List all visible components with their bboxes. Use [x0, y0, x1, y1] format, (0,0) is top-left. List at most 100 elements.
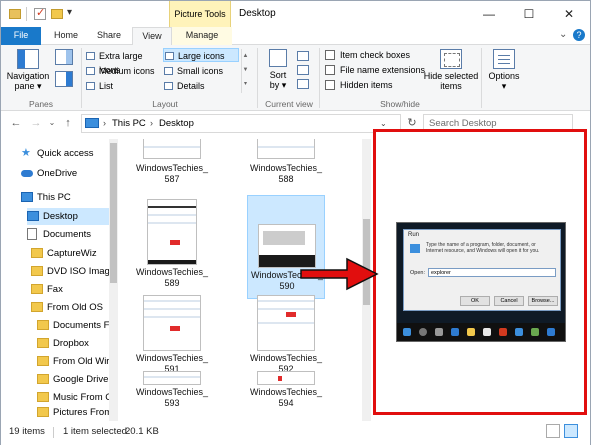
close-button[interactable]: ✕: [549, 1, 589, 27]
layout-large-icons[interactable]: Large icons: [163, 48, 239, 62]
layout-label: Small icons: [177, 66, 224, 76]
run-open-label: Open:: [410, 270, 425, 276]
back-button[interactable]: ←: [9, 115, 23, 131]
picture-tools-label: Picture Tools: [169, 1, 231, 27]
file-name: WindowsTechies_ 593: [135, 387, 209, 408]
maximize-button[interactable]: ☐: [509, 1, 549, 27]
task-view-icon: [435, 328, 443, 336]
status-bar: 19 items 1 item selected 20.1 KB: [1, 421, 590, 445]
size-columns-icon[interactable]: [297, 79, 309, 89]
preview-pane-button[interactable]: [51, 47, 77, 69]
breadcrumb-desktop[interactable]: Desktop: [159, 115, 194, 132]
layout-icon: [86, 52, 95, 60]
folder-icon: [37, 392, 49, 402]
minimize-button[interactable]: —: [469, 1, 509, 27]
folder-icon: [31, 248, 43, 258]
hidden-items-toggle[interactable]: Hidden items: [325, 78, 393, 92]
nav-item-desktop[interactable]: Desktop: [27, 208, 109, 225]
help-icon[interactable]: ?: [573, 29, 585, 41]
tab-view[interactable]: View: [132, 27, 172, 46]
item-count: 19 items: [9, 426, 45, 437]
tab-share[interactable]: Share: [89, 27, 129, 45]
navigation-pane: Quick access OneDrive This PC Desktop Do…: [1, 139, 119, 421]
customize-toolbar-icon[interactable]: ▾: [67, 7, 72, 18]
quick-access-divider: [26, 7, 27, 21]
breadcrumb-this-pc[interactable]: This PC: [112, 115, 146, 132]
nav-item-pictures-from[interactable]: Pictures From: [37, 404, 112, 421]
checkbox[interactable]: [325, 80, 335, 90]
run-icon: [410, 244, 420, 253]
sort-by-button[interactable]: Sort by ▾: [265, 47, 291, 97]
run-title: Run: [408, 232, 420, 238]
nav-item-from-old-os[interactable]: From Old OS: [31, 299, 109, 316]
chevron-down-icon[interactable]: ⌄: [559, 29, 567, 40]
ribbon-divider: [81, 48, 82, 108]
address-bar[interactable]: › This PC › Desktop ⌄: [81, 114, 401, 133]
up-button[interactable]: ↑: [61, 115, 75, 131]
layout-list[interactable]: List: [85, 79, 161, 93]
pc-icon: [21, 192, 33, 202]
details-pane-icon: [55, 71, 73, 87]
nav-item-documents[interactable]: Documents: [27, 226, 109, 243]
cloud-icon: [21, 170, 33, 177]
app-icon: [547, 328, 555, 336]
breadcrumb-separator[interactable]: ›: [103, 115, 106, 132]
item-check-boxes-toggle[interactable]: Item check boxes: [325, 48, 410, 62]
tab-file[interactable]: File: [1, 27, 41, 45]
nav-item-label: From Old OS: [47, 302, 103, 313]
layout-small-icons[interactable]: Small icons: [163, 64, 239, 78]
tab-manage[interactable]: Manage: [172, 27, 232, 45]
window-title: Desktop: [239, 8, 276, 19]
large-icons-view-icon[interactable]: [564, 424, 578, 438]
forward-button[interactable]: →: [29, 115, 43, 131]
layout-label: Medium icons: [99, 66, 155, 76]
properties-icon[interactable]: [32, 6, 48, 22]
hide-selected-items-button[interactable]: Hide selected items: [423, 47, 479, 97]
nav-item-documents-f[interactable]: Documents F: [37, 317, 110, 334]
red-arrow-icon: [300, 257, 379, 291]
nav-item-label: Dropbox: [53, 338, 89, 349]
nav-item-label: Fax: [47, 284, 63, 295]
file-thumbnail: [143, 139, 201, 159]
options-button[interactable]: Options ▾: [485, 47, 523, 97]
file-item[interactable]: WindowsTechies_ 594: [247, 367, 325, 421]
details-view-icon[interactable]: [546, 424, 560, 438]
nav-item-quick-access[interactable]: Quick access: [21, 145, 109, 162]
nav-item-onedrive[interactable]: OneDrive: [21, 165, 109, 182]
file-name-extensions-toggle[interactable]: File name extensions: [325, 63, 425, 77]
file-item[interactable]: WindowsTechies_ 593: [133, 367, 211, 421]
nav-item-fax[interactable]: Fax: [31, 281, 109, 298]
layout-extra-large-icons[interactable]: Extra large icons: [85, 49, 161, 75]
add-columns-icon[interactable]: [297, 65, 309, 75]
group-by-icon[interactable]: [297, 51, 309, 61]
nav-item-google-drive[interactable]: Google Drive: [37, 371, 109, 388]
breadcrumb-separator[interactable]: ›: [150, 115, 153, 132]
file-item[interactable]: WindowsTechies_ 589: [133, 195, 211, 288]
nav-item-from-old-wir[interactable]: From Old Wir: [37, 353, 109, 370]
nav-item-capturewiz[interactable]: CaptureWiz: [31, 245, 109, 262]
layout-label: Details: [177, 81, 205, 91]
checkbox[interactable]: [325, 65, 335, 75]
new-folder-icon[interactable]: [49, 6, 65, 22]
details-pane-button[interactable]: [51, 69, 77, 91]
run-dialog: Run Type the name of a program, folder, …: [403, 229, 561, 311]
layout-icon: [86, 67, 95, 75]
file-thumbnail: [257, 139, 315, 159]
recent-locations-button[interactable]: ⌄: [45, 115, 59, 131]
tab-home[interactable]: Home: [46, 27, 86, 45]
nav-item-this-pc[interactable]: This PC: [21, 189, 109, 206]
nav-scrollbar[interactable]: [109, 139, 118, 421]
nav-item-dropbox[interactable]: Dropbox: [37, 335, 109, 352]
hide-selected-icon: [440, 49, 462, 69]
layout-scroll[interactable]: ▲ ▼ ▾: [241, 49, 249, 93]
checkbox[interactable]: [325, 50, 335, 60]
nav-item-dvd-iso-image[interactable]: DVD ISO Image: [31, 263, 115, 280]
run-description: Type the name of a program, folder, docu…: [426, 242, 540, 254]
run-browse: Browse...: [528, 296, 558, 306]
checkbox-label: Item check boxes: [340, 50, 411, 60]
nav-scrollbar-thumb[interactable]: [110, 143, 117, 283]
hide-selected-label: Hide selected items: [423, 71, 479, 91]
layout-details[interactable]: Details: [163, 79, 239, 93]
navigation-pane-button[interactable]: Navigation pane ▾: [5, 47, 51, 97]
layout-medium-icons[interactable]: Medium icons: [85, 64, 161, 78]
